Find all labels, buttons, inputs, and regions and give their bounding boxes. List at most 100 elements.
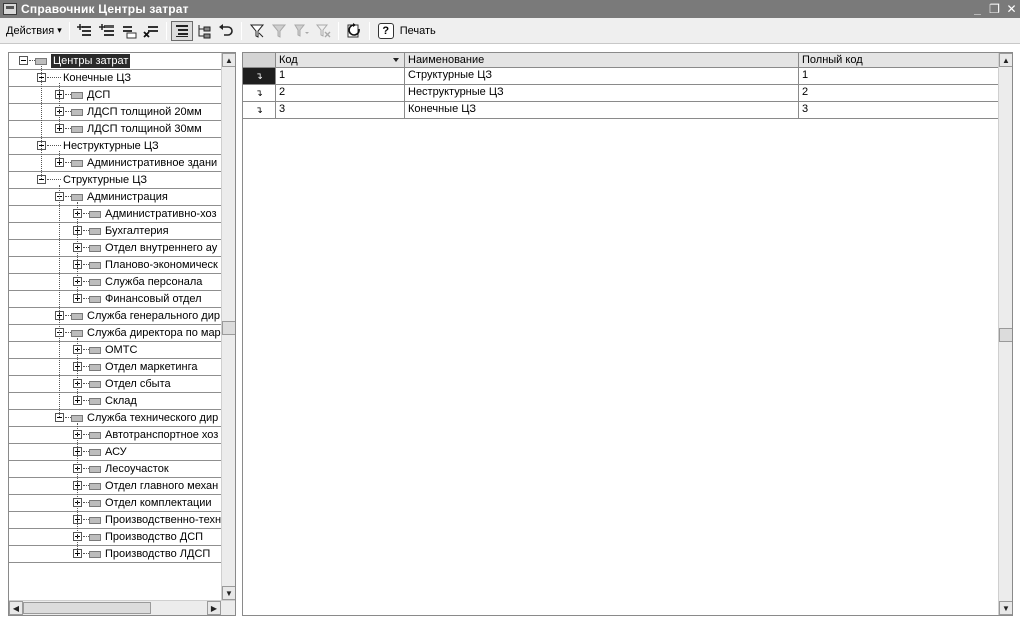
- folder-icon: [89, 228, 101, 235]
- tree-vertical-scrollbar[interactable]: ▲ ▼: [221, 53, 235, 600]
- tree-item-label: Административно-хоз: [105, 208, 217, 220]
- tree-item[interactable]: Производственно-техн: [9, 512, 221, 529]
- actions-menu-label: Действия: [6, 24, 55, 37]
- scroll-down-button[interactable]: ▼: [222, 586, 235, 600]
- scroll-up-button[interactable]: ▲: [999, 53, 1012, 67]
- window-title: Справочник Центры затрат: [21, 2, 189, 16]
- tree-item[interactable]: Лесоучасток: [9, 461, 221, 478]
- tree-item[interactable]: Автотранспортное хоз: [9, 427, 221, 444]
- tree-item[interactable]: Отдел маркетинга: [9, 359, 221, 376]
- row-group-icon: ↴: [243, 68, 276, 84]
- column-header-name[interactable]: Наименование: [405, 53, 799, 67]
- tree-item[interactable]: Производство ЛДСП: [9, 546, 221, 563]
- folder-icon: [71, 194, 83, 201]
- copy-button[interactable]: [118, 21, 140, 41]
- cell-name[interactable]: Конечные ЦЗ: [405, 102, 799, 118]
- filter-list-button[interactable]: [268, 21, 290, 41]
- collapse-icon[interactable]: [19, 56, 28, 65]
- scroll-up-button[interactable]: ▲: [222, 53, 235, 67]
- toolbar-separator: [240, 21, 242, 40]
- back-button[interactable]: [215, 21, 237, 41]
- restore-button[interactable]: ❐: [986, 2, 1003, 17]
- horizontal-scroll-thumb[interactable]: [23, 602, 151, 614]
- filter-history-button[interactable]: [290, 21, 312, 41]
- tree-item-label: Отдел маркетинга: [105, 361, 198, 373]
- chevron-down-icon: ▾: [57, 25, 62, 35]
- tree-item[interactable]: Администрация: [9, 189, 221, 206]
- close-button[interactable]: ✕: [1003, 2, 1020, 17]
- tree-item[interactable]: Служба генерального дир: [9, 308, 221, 325]
- tree-item[interactable]: Производство ДСП: [9, 529, 221, 546]
- folder-icon: [35, 58, 47, 65]
- scroll-left-button[interactable]: ◀: [9, 601, 23, 615]
- tree-guide-line: [77, 202, 78, 298]
- scroll-thumb[interactable]: [222, 321, 235, 335]
- tree-item[interactable]: Служба директора по мар: [9, 325, 221, 342]
- table-row[interactable]: ↴ 3 Конечные ЦЗ 3: [243, 102, 1000, 119]
- delete-button[interactable]: [140, 21, 162, 41]
- tree-item-label: Финансовый отдел: [105, 293, 202, 305]
- add-group-button[interactable]: [96, 21, 118, 41]
- tree-item[interactable]: ОМТС: [9, 342, 221, 359]
- tree-item[interactable]: Служба технического дир: [9, 410, 221, 427]
- tree-item[interactable]: Административно-хоз: [9, 206, 221, 223]
- tree-connector: [47, 179, 61, 180]
- cell-name[interactable]: Неструктурные ЦЗ: [405, 85, 799, 101]
- folder-icon: [89, 245, 101, 252]
- delete-icon: [143, 25, 158, 38]
- folder-icon: [89, 211, 101, 218]
- actions-menu[interactable]: Действия ▾: [3, 21, 65, 41]
- tree-item[interactable]: Отдел главного механ: [9, 478, 221, 495]
- table-row[interactable]: ↴ 2 Неструктурные ЦЗ 2: [243, 85, 1000, 102]
- cell-code[interactable]: 1: [276, 68, 405, 84]
- tree-item[interactable]: АСУ: [9, 444, 221, 461]
- filter-icon: [249, 24, 264, 38]
- row-group-icon: ↴: [243, 102, 276, 118]
- scroll-thumb[interactable]: [999, 328, 1012, 342]
- tree-horizontal-scrollbar[interactable]: ◀ ▶: [9, 600, 235, 615]
- column-header-full-code[interactable]: Полный код: [799, 53, 1000, 67]
- toolbar-separator: [368, 21, 370, 40]
- tree-item-label: Отдел внутреннего ау: [105, 242, 218, 254]
- app-icon: [3, 3, 17, 15]
- cell-full-code[interactable]: 1: [799, 68, 1000, 84]
- print-button[interactable]: ? Печать: [374, 22, 440, 39]
- row-group-icon: ↴: [243, 85, 276, 101]
- table-row[interactable]: ↴ 1 Структурные ЦЗ 1: [243, 68, 1000, 85]
- scroll-down-button[interactable]: ▼: [999, 601, 1012, 615]
- folder-icon: [89, 381, 101, 388]
- cell-name[interactable]: Структурные ЦЗ: [405, 68, 799, 84]
- help-icon[interactable]: ?: [377, 22, 394, 39]
- scroll-right-button[interactable]: ▶: [207, 601, 221, 615]
- clear-filter-button[interactable]: [312, 21, 334, 41]
- tree-item-label: Служба персонала: [105, 276, 203, 288]
- tree-item-label: Административное здани: [87, 157, 218, 169]
- cell-code[interactable]: 2: [276, 85, 405, 101]
- tree-item[interactable]: Отдел комплектации: [9, 495, 221, 512]
- grid-vertical-scrollbar[interactable]: ▲ ▼: [998, 53, 1012, 615]
- tree-item[interactable]: Служба персонала: [9, 274, 221, 291]
- cell-full-code[interactable]: 3: [799, 102, 1000, 118]
- minimize-button[interactable]: _: [969, 2, 986, 17]
- sort-down-icon: [393, 58, 399, 62]
- tree-item[interactable]: Финансовый отдел: [9, 291, 221, 308]
- tree-item-label: Неструктурные ЦЗ: [63, 140, 159, 152]
- toolbar-separator: [68, 21, 70, 40]
- tree-item[interactable]: Отдел внутреннего ау: [9, 240, 221, 257]
- add-button[interactable]: [74, 21, 96, 41]
- tree-view-button[interactable]: [193, 21, 215, 41]
- tree-item[interactable]: Бухгалтерия: [9, 223, 221, 240]
- folder-icon: [71, 109, 83, 116]
- tree-item[interactable]: Отдел сбыта: [9, 376, 221, 393]
- tree-item[interactable]: Склад: [9, 393, 221, 410]
- cell-full-code[interactable]: 2: [799, 85, 1000, 101]
- cell-code[interactable]: 3: [276, 102, 405, 118]
- filter-button[interactable]: [246, 21, 268, 41]
- tree-connector: [47, 77, 61, 78]
- column-header-code[interactable]: Код: [276, 53, 405, 67]
- tree-item[interactable]: Планово-экономическ: [9, 257, 221, 274]
- refresh-button[interactable]: [343, 21, 365, 41]
- list-grid: Код Наименование Полный код ↴ 1 Структурны…: [242, 52, 1013, 616]
- toolbar-separator: [337, 21, 339, 40]
- hierarchy-view-button[interactable]: [170, 20, 193, 41]
